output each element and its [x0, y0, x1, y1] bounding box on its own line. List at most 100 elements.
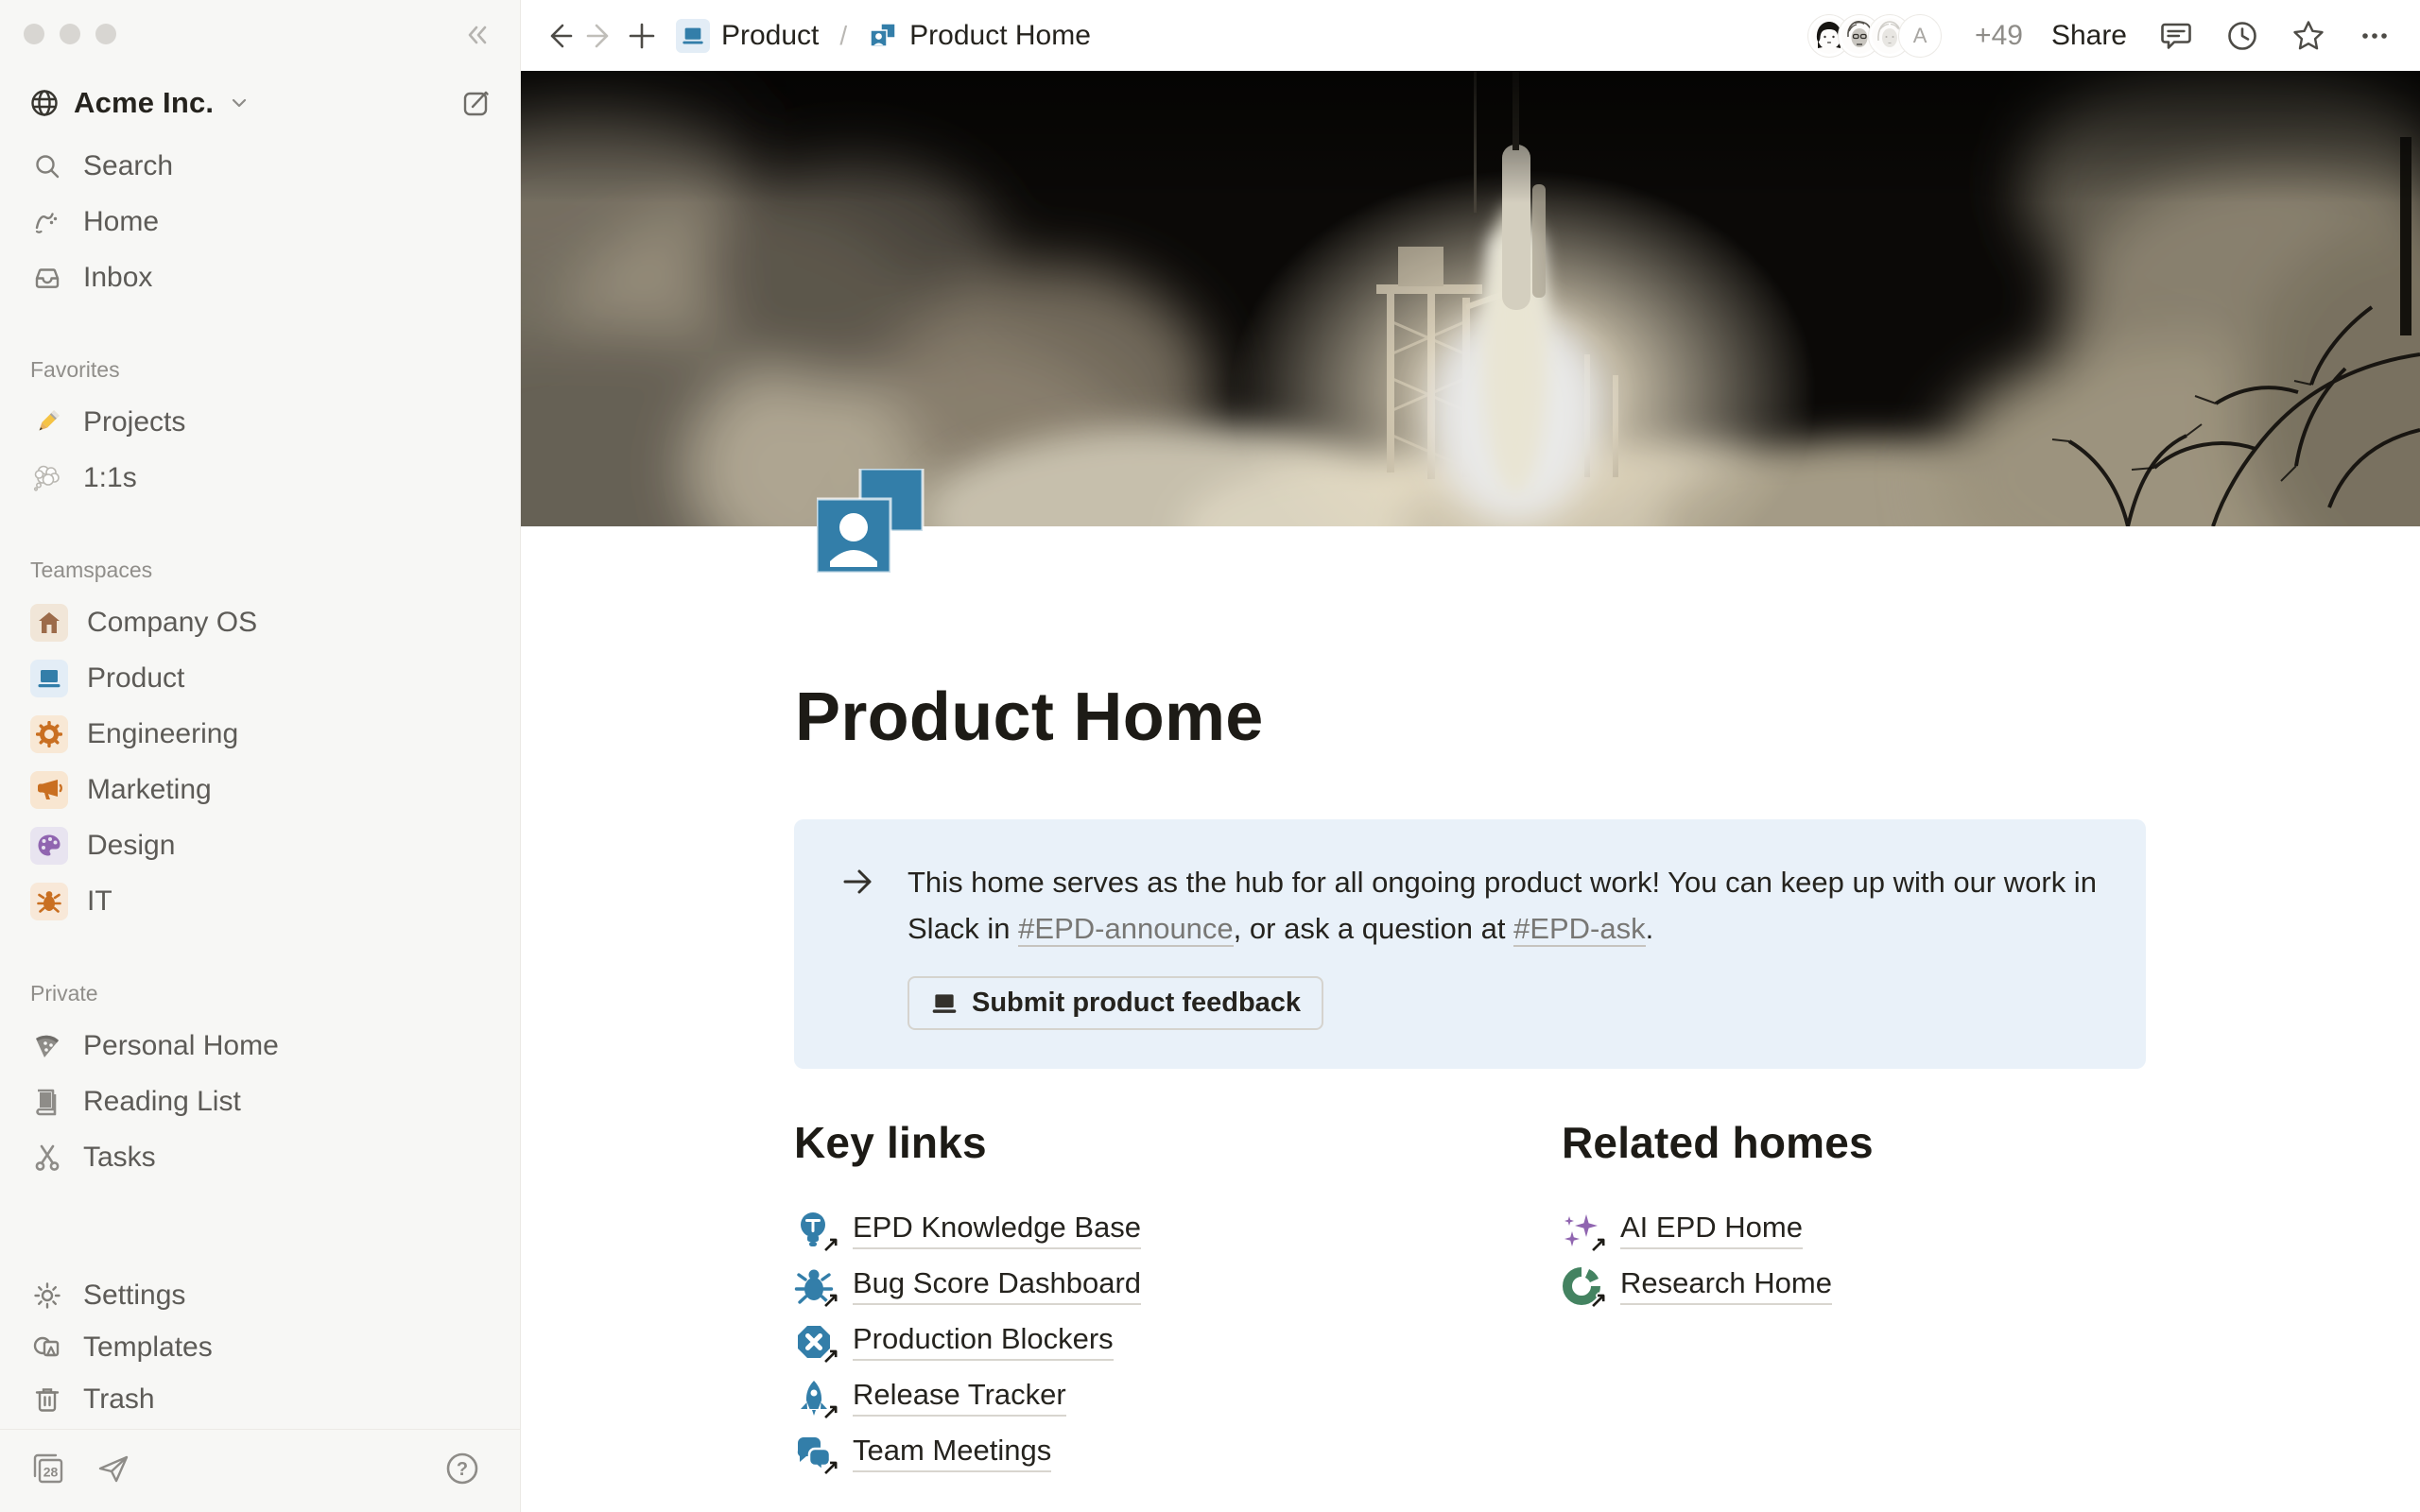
sidebar-item-templates[interactable]: Templates: [0, 1321, 520, 1373]
page-link-row: ↗ Release Tracker: [794, 1369, 1475, 1425]
sidebar-section-favorites: Favorites Projects: [0, 352, 520, 506]
sidebar-item-product[interactable]: Product: [0, 650, 520, 706]
page-title[interactable]: Product Home: [795, 679, 1264, 756]
link-arrow-icon: ↗: [1590, 1288, 1607, 1313]
bug-icon: [30, 883, 68, 920]
page-icon-contact-card[interactable]: [817, 469, 925, 576]
breadcrumb-item-product[interactable]: Product: [676, 19, 819, 53]
window-close-button[interactable]: [24, 24, 44, 44]
sidebar-section-teamspaces: Teamspaces Company OS Product: [0, 553, 520, 929]
slack-link-epd-ask[interactable]: #EPD-ask: [1513, 912, 1646, 947]
sidebar-item-projects[interactable]: Projects: [0, 394, 520, 450]
sidebar-item-label: Templates: [83, 1332, 213, 1364]
sidebar-item-label: Company OS: [87, 607, 257, 639]
invite-members-button[interactable]: [95, 1450, 132, 1492]
sidebar-item-inbox[interactable]: Inbox: [0, 249, 520, 305]
sidebar-item-1-1s[interactable]: 1:1s: [0, 450, 520, 506]
sidebar-item-label: Inbox: [83, 262, 152, 294]
link-arrow-icon: ↗: [822, 1288, 839, 1313]
sidebar-item-label: Tasks: [83, 1142, 156, 1174]
sidebar-item-label: Search: [83, 150, 173, 182]
callout-text: This home serves as the hub for all ongo…: [908, 859, 2100, 1031]
sidebar-item-company-os[interactable]: Company OS: [0, 594, 520, 650]
sidebar-item-tasks[interactable]: Tasks: [0, 1129, 520, 1185]
link-arrow-icon: ↗: [822, 1232, 839, 1257]
related-homes-column: Related homes ↗ AI EPD Home: [1562, 1117, 2146, 1481]
section-title[interactable]: Teamspaces: [0, 553, 520, 587]
calendar-button[interactable]: 28: [28, 1449, 68, 1493]
window-zoom-button[interactable]: [95, 24, 116, 44]
link-ai-epd-home[interactable]: AI EPD Home: [1620, 1211, 1803, 1249]
contact-card-icon: [868, 21, 898, 51]
sidebar-item-it[interactable]: IT: [0, 873, 520, 929]
sidebar: Acme Inc. Search: [0, 0, 521, 1512]
breadcrumb-item-product-home[interactable]: Product Home: [868, 20, 1091, 52]
double-chevron-left-icon: [462, 20, 493, 50]
presence-overflow-count[interactable]: +49: [1975, 20, 2023, 52]
key-links-column: Key links ↗ EPD Knowledge Base: [794, 1117, 1475, 1481]
new-page-button[interactable]: [458, 84, 495, 122]
sidebar-item-search[interactable]: Search: [0, 138, 520, 194]
favorite-button[interactable]: [2288, 15, 2329, 57]
thought-balloon-icon: [30, 461, 64, 495]
sidebar-item-design[interactable]: Design: [0, 817, 520, 873]
presence-avatars[interactable]: A: [1808, 15, 1941, 57]
sidebar-collapse-button[interactable]: [459, 17, 495, 53]
help-button[interactable]: ?: [442, 1449, 482, 1493]
globe-icon: [28, 87, 60, 119]
search-icon: [30, 149, 64, 183]
share-button[interactable]: Share: [2048, 14, 2131, 58]
sidebar-item-settings[interactable]: Settings: [0, 1269, 520, 1321]
arrow-right-icon: [839, 863, 877, 901]
section-title[interactable]: Private: [0, 976, 520, 1010]
sidebar-item-marketing[interactable]: Marketing: [0, 762, 520, 817]
window-minimize-button[interactable]: [60, 24, 80, 44]
sidebar-item-home[interactable]: Home: [0, 194, 520, 249]
link-release-tracker[interactable]: Release Tracker: [853, 1378, 1066, 1417]
donut-chart-icon: ↗: [1562, 1266, 1601, 1306]
link-epd-knowledge-base[interactable]: EPD Knowledge Base: [853, 1211, 1141, 1249]
callout-block: This home serves as the hub for all ongo…: [794, 819, 2146, 1069]
new-tab-button[interactable]: [621, 15, 663, 57]
book-icon: [30, 1085, 64, 1119]
sidebar-item-reading-list[interactable]: Reading List: [0, 1074, 520, 1129]
sidebar-item-engineering[interactable]: Engineering: [0, 706, 520, 762]
forward-button[interactable]: [579, 15, 621, 57]
section-heading: Related homes: [1562, 1117, 2146, 1168]
workspace-name: Acme Inc.: [74, 86, 214, 120]
sidebar-item-trash[interactable]: Trash: [0, 1373, 520, 1425]
submit-feedback-button[interactable]: Submit product feedback: [908, 976, 1323, 1030]
sidebar-item-personal-home[interactable]: Personal Home: [0, 1018, 520, 1074]
sidebar-item-label: IT: [87, 885, 112, 918]
topbar: Product / Product Home: [521, 0, 2420, 71]
pizza-icon: [30, 1029, 64, 1063]
link-bug-score-dashboard[interactable]: Bug Score Dashboard: [853, 1266, 1141, 1305]
sidebar-bottom-nav: Settings Templates Trash: [0, 1269, 520, 1512]
more-options-button[interactable]: [2354, 15, 2395, 57]
page-link-row: ↗ EPD Knowledge Base: [794, 1202, 1475, 1258]
link-team-meetings[interactable]: Team Meetings: [853, 1434, 1051, 1472]
page-history-button[interactable]: [2221, 15, 2263, 57]
paper-plane-icon: [95, 1450, 132, 1487]
rocket-icon: ↗: [794, 1378, 834, 1418]
link-research-home[interactable]: Research Home: [1620, 1266, 1832, 1305]
help-icon: ?: [442, 1449, 482, 1488]
back-button[interactable]: [538, 15, 579, 57]
arrow-right-icon: [584, 20, 616, 52]
page-link-row: ↗ AI EPD Home: [1562, 1202, 2146, 1258]
cover-image-shuttle-launch: [521, 71, 2420, 526]
settings-gear-icon: [30, 1279, 64, 1313]
home-icon: [30, 205, 64, 239]
scissors-icon: [30, 1141, 64, 1175]
link-production-blockers[interactable]: Production Blockers: [853, 1322, 1114, 1361]
workspace-switcher[interactable]: Acme Inc.: [0, 68, 520, 138]
slack-link-epd-announce[interactable]: #EPD-announce: [1018, 912, 1234, 947]
palette-icon: [30, 827, 68, 865]
link-arrow-icon: ↗: [822, 1344, 839, 1368]
avatar-initial: A: [1899, 15, 1941, 57]
comments-button[interactable]: [2155, 15, 2197, 57]
section-title[interactable]: Favorites: [0, 352, 520, 387]
pencil-icon: [30, 405, 64, 439]
section-heading: Key links: [794, 1117, 1475, 1168]
link-columns: Key links ↗ EPD Knowledge Base: [794, 1117, 2146, 1481]
